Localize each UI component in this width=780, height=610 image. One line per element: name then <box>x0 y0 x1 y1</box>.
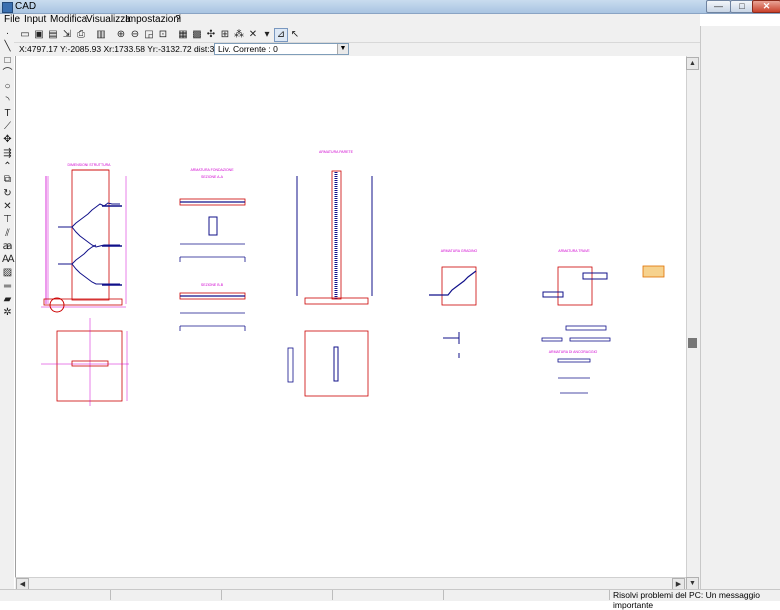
polar-icon[interactable]: ⊿ <box>274 28 288 42</box>
extend-icon[interactable]: ⊤ <box>2 214 13 225</box>
hatch-icon[interactable]: ▨ <box>2 267 13 278</box>
menu-help[interactable]: ? <box>175 14 181 26</box>
drawing-canvas[interactable]: DIMENSIONI STRUTTURA ARMATURA FONDAZIONE… <box>15 56 686 577</box>
coordinate-readout: X:4797.17 Y:-2085.93 Xr:1733.58 Yr:-3132… <box>19 44 241 54</box>
close-button[interactable]: ✕ <box>752 0 780 13</box>
grid-icon[interactable]: ▩ <box>190 28 204 42</box>
chevron-down-icon[interactable]: ▼ <box>337 44 348 54</box>
app-icon[interactable] <box>2 2 13 13</box>
menu-file[interactable]: File <box>4 14 20 26</box>
text-icon[interactable]: T <box>2 108 13 119</box>
arc-icon[interactable]: ⌒ <box>2 68 13 79</box>
main-toolbar: □▭▣▤⇲⎙▥⊕⊖◲⊡▦▩✣⊞⁂✕▾⊿↖ <box>0 26 700 43</box>
cad-drawing: DIMENSIONI STRUTTURA ARMATURA FONDAZIONE… <box>41 150 665 406</box>
grid-dots-icon[interactable]: ⁂ <box>232 28 246 42</box>
maximize-button[interactable]: □ <box>730 0 754 13</box>
pointer-icon[interactable]: ↖ <box>288 28 302 42</box>
break-icon[interactable]: ═ <box>2 281 13 292</box>
minimize-button[interactable]: — <box>706 0 731 13</box>
title-bar <box>0 0 780 14</box>
snap-icon[interactable]: ✣ <box>204 28 218 42</box>
label-struttura: DIMENSIONI STRUTTURA <box>68 163 112 167</box>
status-cell <box>222 590 333 600</box>
layers-icon[interactable]: ▦ <box>176 28 190 42</box>
label-sezione-bb: SEZIONE B-B <box>201 283 224 287</box>
menu-input[interactable]: Input <box>24 14 46 26</box>
menu-bar: File Input Modifica Visualizza Impostazi… <box>0 14 700 26</box>
menu-modifica[interactable]: Modifica <box>50 14 87 26</box>
export-icon[interactable]: ⇲ <box>60 28 74 42</box>
step-rebar: ARMATURA GRADINO <box>429 249 478 358</box>
level-select[interactable]: Liv. Corrente : 0 ▼ <box>214 43 349 55</box>
menu-impostazioni[interactable]: Impostazioni <box>125 14 181 26</box>
save-as-icon[interactable]: ▤ <box>46 28 60 42</box>
status-cell <box>0 590 111 600</box>
print-icon[interactable]: ⎙ <box>74 28 88 42</box>
wall-rebar: ARMATURA PARETE <box>287 150 373 397</box>
vertical-scrollbar[interactable] <box>686 56 700 589</box>
trim-icon[interactable]: ⌃ <box>2 161 13 172</box>
dimension-aa-icon[interactable]: ꜳ <box>2 241 13 252</box>
scroll-thumb[interactable] <box>688 338 697 348</box>
status-message[interactable]: Risolvi problemi del PC: Un messaggio im… <box>613 590 780 610</box>
label-parete: ARMATURA PARETE <box>319 150 354 154</box>
circle-icon[interactable]: ○ <box>2 81 13 92</box>
foundation-rebar: ARMATURA FONDAZIONE SEZIONE A-A SEZIONE … <box>179 168 246 331</box>
left-toolbar: · ╲ □ ⌒ ○ ◝ T ⟋ ✥ ⇶ ⌃ ⧉ ↻ ✕ ⊤ ⫽ ꜳ Ꜳ ▨ ═ ▰ ✲ <box>0 28 15 598</box>
level-value: Liv. Corrente : 0 <box>218 44 278 54</box>
status-cell <box>333 590 444 600</box>
scroll-up-icon[interactable]: ▲ <box>686 57 699 70</box>
offset-icon[interactable]: ⫽ <box>2 228 13 239</box>
mirror-icon[interactable]: ⧉ <box>2 174 13 185</box>
window-title: CAD <box>15 1 37 12</box>
right-panel <box>700 26 780 589</box>
coordinates-bar: X:4797.17 Y:-2085.93 Xr:1733.58 Yr:-3132… <box>0 43 700 56</box>
zoom-in-icon[interactable]: ⊕ <box>114 28 128 42</box>
rect-icon[interactable]: □ <box>2 55 13 66</box>
label-trave: ARMATURA TRAVE <box>558 249 590 253</box>
label-ancoraggio: ARMATURA DI ANCORAGGIO <box>549 350 598 354</box>
save-icon[interactable]: ▣ <box>32 28 46 42</box>
ortho-icon[interactable]: ⊞ <box>218 28 232 42</box>
curve-icon[interactable]: ◝ <box>2 95 13 106</box>
status-cell <box>111 590 222 600</box>
status-cell <box>444 590 610 600</box>
label-sezione-aa: SEZIONE A-A <box>201 175 224 179</box>
dropdown-icon[interactable]: ▾ <box>260 28 274 42</box>
line-icon[interactable]: ╲ <box>2 41 13 52</box>
delete-icon[interactable]: ✕ <box>246 28 260 42</box>
label-fondazione: ARMATURA FONDAZIONE <box>190 168 234 172</box>
zoom-out-icon[interactable]: ⊖ <box>128 28 142 42</box>
rotate-icon[interactable]: ↻ <box>2 188 13 199</box>
explode-icon[interactable]: ✲ <box>2 307 13 318</box>
dimension-da-icon[interactable]: Ꜳ <box>2 254 15 265</box>
plan-view <box>41 318 129 406</box>
printer-icon[interactable]: ▥ <box>94 28 108 42</box>
point-icon[interactable]: · <box>2 28 13 39</box>
label-gradino: ARMATURA GRADINO <box>441 249 478 253</box>
beam-rebar: ARMATURA TRAVE ARMATURA DI ANCORAGGIO <box>541 249 665 394</box>
wall-elevation: DIMENSIONI STRUTTURA <box>41 163 127 313</box>
delete-x-icon[interactable]: ✕ <box>2 201 13 212</box>
dimension-icon[interactable]: ⟋ <box>2 121 13 132</box>
zoom-extents-icon[interactable]: ⊡ <box>156 28 170 42</box>
zoom-window-icon[interactable]: ◲ <box>142 28 156 42</box>
open-icon[interactable]: ▭ <box>18 28 32 42</box>
layer-tool-icon[interactable]: ▰ <box>2 294 13 305</box>
move-icon[interactable]: ✥ <box>2 134 13 145</box>
copy-icon[interactable]: ⇶ <box>2 148 13 159</box>
